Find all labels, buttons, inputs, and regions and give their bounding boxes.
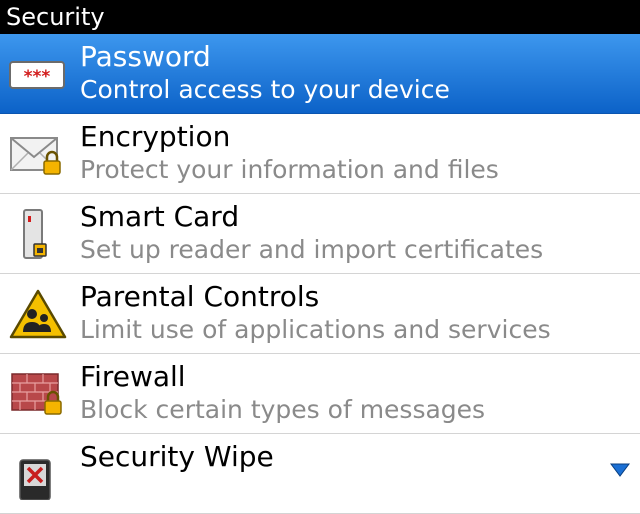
item-title: Security Wipe (80, 440, 274, 473)
password-icon: *** (8, 48, 68, 100)
smart-card-icon (8, 208, 68, 260)
list-item-encryption[interactable]: Encryption Protect your information and … (0, 114, 640, 194)
wipe-icon (8, 448, 68, 501)
title-bar: Security (0, 0, 640, 34)
password-icon-text: *** (24, 67, 51, 87)
envelope-lock-icon (8, 128, 68, 180)
item-subtitle: Set up reader and import certificates (80, 235, 544, 264)
parental-warning-icon (8, 288, 68, 340)
scroll-down-arrow-icon[interactable] (610, 462, 630, 477)
list-item-password[interactable]: *** Password Control access to your devi… (0, 34, 640, 114)
list-item-security-wipe[interactable]: Security Wipe (0, 434, 640, 514)
item-title: Encryption (80, 120, 231, 153)
security-options-list: *** Password Control access to your devi… (0, 34, 640, 514)
screen-title: Security (6, 3, 105, 31)
list-item-smart-card[interactable]: Smart Card Set up reader and import cert… (0, 194, 640, 274)
brick-wall-lock-icon (8, 368, 68, 420)
item-title: Parental Controls (80, 280, 320, 313)
list-item-parental-controls[interactable]: Parental Controls Limit use of applicati… (0, 274, 640, 354)
item-subtitle: Control access to your device (80, 75, 450, 104)
item-subtitle: Block certain types of messages (80, 395, 486, 424)
item-subtitle: Protect your information and files (80, 155, 499, 184)
item-subtitle: Limit use of applications and services (80, 315, 551, 344)
list-item-firewall[interactable]: Firewall Block certain types of messages (0, 354, 640, 434)
item-title: Password (80, 40, 211, 73)
item-title: Smart Card (80, 200, 240, 233)
item-title: Firewall (80, 360, 186, 393)
